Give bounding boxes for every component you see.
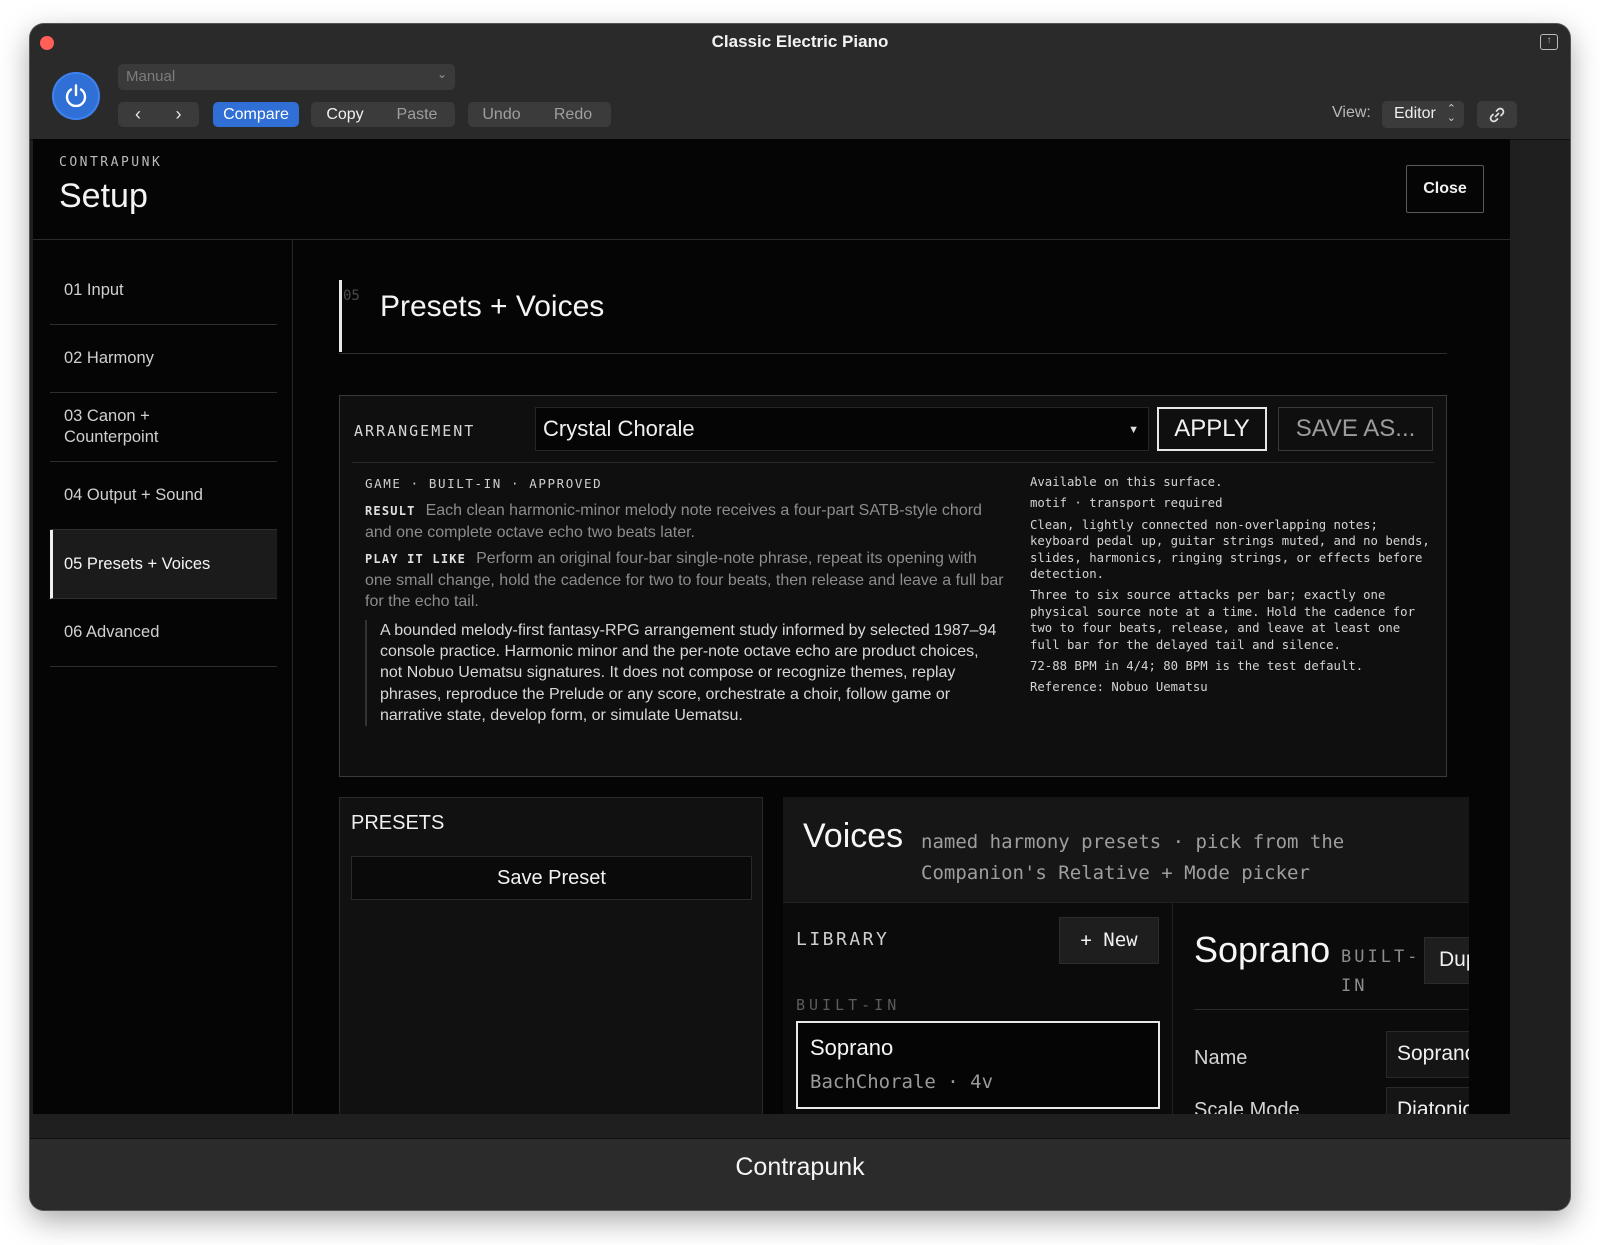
arrangement-select-value: Crystal Chorale [543,416,695,441]
duplicate-button[interactable]: Duplicate [1424,937,1469,984]
section-accent-bar [339,280,342,352]
presets-panel: PRESETS Save Preset [339,797,763,1114]
undo-button[interactable]: Undo [468,102,535,127]
section-title: Presets + Voices [380,290,605,323]
sidebar-item-label: 04 Output + Sound [64,486,203,504]
voice-card-soprano[interactable]: Soprano BachChorale · 4v [796,1021,1160,1109]
arrangement-label: ARRANGEMENT [354,422,476,440]
tempo-note-text: 72-88 BPM in 4/4; 80 BPM is the test def… [1030,659,1364,674]
host-toolbar: Classic Electric Piano ↑ Manual ⌄ ‹ › Co… [30,24,1570,140]
play-it-like-key: PLAY IT LIKE [365,552,467,566]
save-as-button[interactable]: SAVE AS... [1278,407,1433,451]
plugin-header: CONTRAPUNK Setup Close [33,139,1510,240]
presets-title: PRESETS [351,812,445,834]
reference-text: Reference: Nobuo Uematsu [1030,680,1208,695]
sidebar-item-label: 02 Harmony [64,349,154,367]
arrangement-tags: GAME · BUILT-IN · APPROVED [365,476,603,491]
link-icon [1489,107,1505,123]
redo-button[interactable]: Redo [535,102,611,127]
voice-detail: Soprano BUILT-IN Duplicate Name Soprano … [1174,903,1469,1114]
preset-select[interactable]: Manual ⌄ [118,64,455,90]
setup-sidebar: 01 Input 02 Harmony 03 Canon + Counterpo… [33,240,293,1114]
availability-text: Available on this surface. [1030,475,1223,489]
copy-button[interactable]: Copy [311,102,379,127]
divider [1194,1009,1469,1010]
sidebar-item-label: 06 Advanced [64,623,160,641]
voices-header: Voices named harmony presets · pick from… [783,797,1469,903]
section-number: 05 [343,288,360,304]
new-voice-button[interactable]: + New [1059,917,1159,964]
apply-button[interactable]: APPLY [1157,407,1267,451]
view-select[interactable]: Editor ⌃ ⌄ [1382,101,1464,128]
arrangement-panel: ARRANGEMENT Crystal Chorale ▼ APPLY SAVE… [339,395,1447,777]
nav-group: ‹ › [118,102,199,127]
copy-paste-group: Copy Paste [311,102,455,127]
voice-card-name: Soprano [810,1035,894,1060]
close-button[interactable]: Close [1406,165,1484,213]
arrangement-select[interactable]: Crystal Chorale ▼ [535,407,1149,451]
voice-library: LIBRARY + New BUILT-IN Soprano BachChora… [783,903,1173,1114]
result-key: RESULT [365,504,416,518]
result-paragraph: RESULT Each clean harmonic-minor melody n… [365,500,1005,543]
undo-redo-group: Undo Redo [468,102,611,127]
sidebar-item-advanced[interactable]: 06 Advanced [50,599,277,667]
built-in-label: BUILT-IN [796,996,901,1014]
requirements-text: motif · transport required [1030,496,1223,511]
scale-mode-label: Scale Mode [1194,1099,1300,1114]
voice-card-meta: BachChorale · 4v [810,1071,994,1093]
sidebar-item-canon-counterpoint[interactable]: 03 Canon + Counterpoint [50,393,277,462]
plugin-footer: Contrapunk [30,1138,1570,1210]
sidebar-item-presets-voices[interactable]: 05 Presets + Voices [50,530,277,599]
voices-subtitle: named harmony presets · pick from the Co… [921,831,1345,884]
arrangement-requirements: Available on this surface. motif · trans… [1030,474,1430,701]
divider [352,462,1434,463]
sidebar-item-output-sound[interactable]: 04 Output + Sound [50,462,277,530]
sidebar-item-label: 03 Canon + Counterpoint [64,407,159,446]
chevron-down-icon: ⌄ [436,67,447,81]
plugin-surface: CONTRAPUNK Setup Close 01 Input 02 Harmo… [33,139,1510,1114]
arrangement-disclaimer: A bounded melody-first fantasy-RPG arran… [365,620,1005,727]
next-preset-button[interactable]: › [158,102,199,127]
sidebar-item-harmony[interactable]: 02 Harmony [50,325,277,393]
window-title: Classic Electric Piano [711,32,889,51]
sidebar-item-label: 01 Input [64,280,124,299]
plugin-window: Classic Electric Piano ↑ Manual ⌄ ‹ › Co… [30,24,1570,1210]
input-note-text: Clean, lightly connected non-overlapping… [1030,517,1430,582]
scale-mode-select[interactable]: Diatonic [1386,1087,1469,1114]
compare-button[interactable]: Compare [213,102,299,127]
section-header: 05 Presets + Voices [339,280,1447,354]
caret-down-icon: ▼ [1128,424,1139,436]
brand-label: CONTRAPUNK [59,155,163,170]
result-text: Each clean harmonic-minor melody note re… [365,502,982,541]
view-select-value: Editor [1394,105,1436,122]
sidebar-item-label: 05 Presets + Voices [64,554,211,573]
voices-panel: Voices named harmony presets · pick from… [783,797,1469,1114]
link-button[interactable] [1477,101,1517,128]
play-it-like-paragraph: PLAY IT LIKE Perform an original four-bar… [365,548,1005,612]
footer-title: Contrapunk [735,1153,865,1181]
density-note-text: Three to six source attacks per bar; exa… [1030,588,1415,652]
name-field-label: Name [1194,1047,1248,1069]
voice-detail-tag: BUILT-IN [1341,947,1421,996]
view-label: View: [1332,104,1371,121]
up-down-chevron-icon: ⌃ ⌄ [1446,103,1456,124]
save-preset-button[interactable]: Save Preset [351,856,752,900]
voices-title: Voices [803,817,904,855]
page-title: Setup [59,177,148,215]
paste-button[interactable]: Paste [379,102,455,127]
library-label: LIBRARY [796,929,890,950]
previous-preset-button[interactable]: ‹ [118,102,158,127]
power-button[interactable] [52,72,100,120]
voice-detail-title: Soprano [1194,929,1331,970]
name-field[interactable]: Soprano [1386,1031,1469,1078]
sidebar-item-input[interactable]: 01 Input [50,256,277,325]
expand-icon[interactable]: ↑ [1540,34,1558,50]
power-icon [65,84,87,108]
preset-select-value: Manual [126,68,176,85]
